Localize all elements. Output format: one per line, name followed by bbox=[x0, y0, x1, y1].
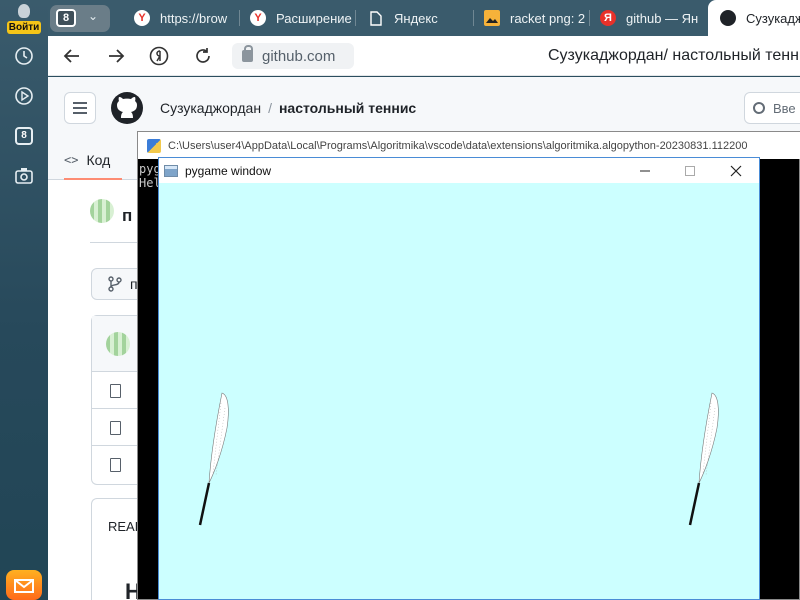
search-input[interactable]: Вве bbox=[744, 92, 800, 124]
tab-separator bbox=[473, 10, 474, 26]
tab-code[interactable]: <> Код bbox=[64, 142, 123, 180]
yandex-icon: Я bbox=[600, 10, 616, 26]
minimize-button[interactable] bbox=[622, 158, 668, 183]
forward-button[interactable] bbox=[104, 44, 128, 68]
address-bar: github.com Сузукаджордан/ настольный тен… bbox=[48, 36, 800, 76]
tab-separator bbox=[589, 10, 590, 26]
lock-icon bbox=[242, 45, 253, 62]
login-label: Войти bbox=[7, 21, 41, 34]
yandex-button[interactable] bbox=[147, 44, 171, 68]
close-button[interactable] bbox=[713, 158, 759, 183]
tab-count: 8 bbox=[56, 9, 76, 27]
breadcrumb-owner[interactable]: Сузукаджордан bbox=[160, 100, 261, 116]
mail-icon[interactable] bbox=[6, 570, 42, 600]
pygame-window[interactable]: pygame window bbox=[158, 157, 760, 600]
github-icon bbox=[720, 10, 736, 26]
tab-switcher-button[interactable]: 8 ⌄ bbox=[50, 5, 110, 32]
tab-6-active[interactable]: Сузукаджо bbox=[708, 0, 800, 36]
yandex-logo-icon bbox=[149, 46, 169, 66]
pygame-titlebar[interactable]: pygame window bbox=[159, 158, 759, 183]
close-icon bbox=[730, 165, 742, 176]
browser-sidebar: Войти 8 bbox=[0, 0, 48, 600]
repo-title[interactable]: п bbox=[122, 206, 132, 226]
screenshot-icon[interactable] bbox=[12, 164, 36, 188]
code-icon: <> bbox=[64, 153, 79, 167]
game-canvas[interactable] bbox=[159, 183, 759, 600]
search-icon bbox=[753, 102, 765, 114]
maximize-icon bbox=[685, 165, 695, 176]
url-field[interactable]: github.com bbox=[232, 43, 354, 69]
console-titlebar[interactable]: C:\Users\user4\AppData\Local\Programs\Al… bbox=[138, 132, 800, 159]
tab-5[interactable]: Я github — Ян bbox=[592, 0, 706, 36]
python-icon bbox=[147, 138, 161, 153]
history-icon[interactable] bbox=[12, 44, 36, 68]
right-racket bbox=[688, 392, 719, 526]
code-tab-label: Код bbox=[86, 152, 111, 168]
tab-label: Сузукаджо bbox=[746, 10, 800, 26]
file-icon bbox=[110, 421, 121, 435]
minimize-icon bbox=[640, 170, 650, 171]
github-logo-icon[interactable] bbox=[111, 92, 143, 124]
repo-avatar-icon bbox=[90, 199, 114, 223]
reload-icon bbox=[196, 48, 210, 63]
image-icon bbox=[484, 10, 500, 26]
reload-button[interactable] bbox=[191, 44, 215, 68]
breadcrumb-separator: / bbox=[268, 100, 272, 116]
rail-tab-badge: 8 bbox=[15, 127, 33, 145]
window-icon bbox=[164, 164, 178, 177]
user-icon bbox=[18, 4, 30, 18]
breadcrumb-repo[interactable]: настольный теннис bbox=[279, 100, 416, 116]
chevron-down-icon: ⌄ bbox=[88, 9, 99, 23]
tabs-count-icon[interactable]: 8 bbox=[12, 124, 36, 148]
tab-label: github — Ян bbox=[626, 10, 699, 26]
search-placeholder: Вве bbox=[773, 100, 796, 116]
maximize-button[interactable] bbox=[667, 158, 713, 183]
tab-label: racket png: 2 bbox=[510, 10, 586, 26]
pygame-title: pygame window bbox=[185, 163, 272, 178]
url-text: github.com bbox=[262, 47, 336, 65]
menu-button[interactable] bbox=[64, 92, 96, 124]
arrow-right-icon bbox=[109, 49, 125, 63]
committer-avatar-icon bbox=[106, 332, 130, 356]
console-title: C:\Users\user4\AppData\Local\Programs\Al… bbox=[168, 139, 748, 152]
arrow-left-icon bbox=[63, 49, 79, 63]
tab-label: Яндекс bbox=[394, 10, 438, 26]
tab-2[interactable]: Y Расширение bbox=[242, 0, 356, 36]
yandex-icon: Y bbox=[134, 10, 150, 26]
menu-icon bbox=[73, 102, 87, 104]
menu-icon-line bbox=[73, 107, 87, 109]
login-button[interactable]: Войти bbox=[7, 4, 41, 34]
tab-bar: 8 ⌄ Y https://brow Y Расширение Яндекс r… bbox=[48, 0, 800, 36]
tab-3[interactable]: Яндекс bbox=[360, 0, 474, 36]
tab-separator bbox=[355, 10, 356, 26]
tab-label: https://brow bbox=[160, 10, 228, 26]
document-icon bbox=[368, 10, 384, 26]
breadcrumb: Сузукаджордан / настольный теннис bbox=[160, 100, 416, 116]
menu-icon-line bbox=[73, 112, 87, 114]
tab-1[interactable]: Y https://brow bbox=[126, 0, 240, 36]
tab-label: Расширение bbox=[276, 10, 352, 26]
play-icon[interactable] bbox=[12, 84, 36, 108]
back-button[interactable] bbox=[60, 44, 84, 68]
tab-separator bbox=[239, 10, 240, 26]
yandex-icon: Y bbox=[250, 10, 266, 26]
tab-4[interactable]: racket png: 2 bbox=[476, 0, 590, 36]
branch-icon bbox=[108, 276, 122, 292]
left-racket bbox=[198, 392, 229, 526]
file-icon bbox=[110, 458, 121, 472]
page-title: Сузукаджордан/ настольный тенни bbox=[548, 47, 800, 64]
file-icon bbox=[110, 384, 121, 398]
